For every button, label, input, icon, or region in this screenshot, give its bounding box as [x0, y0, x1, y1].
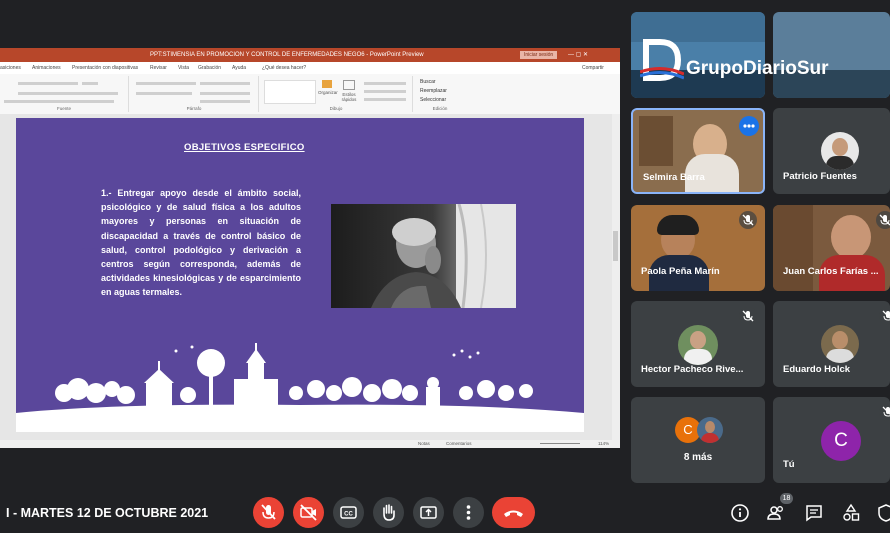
- more-participants-count: 8 más: [683, 452, 713, 463]
- participant-video-face: [831, 215, 871, 259]
- mic-off-icon: [261, 504, 276, 520]
- mic-off-icon: [879, 307, 890, 325]
- shared-screen-powerpoint: PPT:STIMENSIA EN PROMOCION Y CONTROL DE …: [0, 48, 620, 448]
- mic-off-icon: [739, 307, 757, 325]
- activities-icon: [843, 503, 860, 521]
- mic-off-icon: [739, 211, 757, 229]
- chat-icon: [806, 505, 822, 522]
- ppt-menu-view[interactable]: Vista: [178, 65, 189, 71]
- camera-toggle-button[interactable]: [293, 497, 324, 528]
- present-icon: [420, 506, 437, 519]
- ppt-tell-me-search[interactable]: ¿Qué desea hacer?: [262, 65, 306, 71]
- ribbon-group-drawing: Organizar Estilos rápidos Dibujo: [260, 76, 413, 112]
- participant-avatar: [821, 132, 859, 170]
- mic-toggle-button[interactable]: [253, 497, 284, 528]
- select-button[interactable]: Seleccionar: [420, 97, 446, 103]
- shield-icon: [878, 504, 890, 522]
- participant-tile-patricio-fuentes[interactable]: Patricio Fuentes: [773, 108, 890, 194]
- participant-avatar: [821, 325, 859, 363]
- present-now-button[interactable]: [413, 497, 444, 528]
- ppt-share-button[interactable]: Compartir: [582, 65, 604, 71]
- participant-name: Patricio Fuentes: [783, 171, 857, 182]
- self-avatar: C: [821, 421, 861, 461]
- end-call-button[interactable]: [492, 497, 535, 528]
- ppt-menu-slideshow[interactable]: Presentación con diapositivas: [72, 65, 138, 71]
- find-button[interactable]: Buscar: [420, 79, 436, 85]
- zoom-slider[interactable]: [540, 443, 580, 444]
- more-options-button[interactable]: [453, 497, 484, 528]
- ppt-ribbon: Fuente Párrafo Organizar Estilos rápidos…: [0, 74, 620, 115]
- participant-tile-selmira-barra[interactable]: Selmira Barra: [631, 108, 765, 194]
- replace-button[interactable]: Reemplazar: [420, 88, 447, 94]
- quick-styles-button[interactable]: Estilos rápidos: [340, 80, 358, 102]
- participant-tile-paola-pena[interactable]: Paola Peña Marín: [631, 205, 765, 291]
- svg-text:CC: CC: [344, 512, 353, 518]
- participant-name: Juan Carlos Farías ...: [783, 266, 879, 277]
- mic-off-icon: [876, 211, 890, 229]
- participant-tile-eduardo-holck[interactable]: Eduardo Holck: [773, 301, 890, 387]
- participants-button[interactable]: [766, 503, 786, 523]
- meeting-details-button[interactable]: [730, 503, 750, 523]
- speaking-indicator-icon: [739, 116, 759, 136]
- chat-button[interactable]: [804, 503, 824, 523]
- participant-name: Paola Peña Marín: [641, 266, 720, 277]
- zoom-level: 114%: [598, 441, 610, 446]
- ppt-menu-recording[interactable]: Grabación: [198, 65, 221, 71]
- raise-hand-icon: [383, 504, 395, 521]
- ppt-title-bar: PPT:STIMENSIA EN PROMOCION Y CONTROL DE …: [0, 48, 620, 62]
- watermark-text: GrupoDiarioSur: [686, 58, 829, 79]
- ppt-window-title: PPT:STIMENSIA EN PROMOCION Y CONTROL DE …: [150, 52, 424, 58]
- participant-tile-more[interactable]: C 8 más: [631, 397, 765, 483]
- mic-off-icon: [879, 403, 890, 421]
- raise-hand-button[interactable]: [373, 497, 404, 528]
- ppt-status-bar: Notas Comentarios 114%: [0, 440, 620, 448]
- ppt-signin-button[interactable]: Iniciar sesión: [520, 51, 558, 59]
- elderly-woman-photo: [331, 204, 516, 308]
- more-participants-avatar-photo: [697, 417, 723, 443]
- participant-name: Selmira Barra: [643, 172, 705, 183]
- ppt-window-controls[interactable]: — ▢ ✕: [568, 51, 588, 58]
- captions-button[interactable]: CC: [333, 497, 364, 528]
- ppt-menu-bar: asiciones Animaciones Presentación con d…: [0, 62, 620, 74]
- notes-button[interactable]: Notas: [418, 441, 430, 446]
- ribbon-group-editing: Buscar Reemplazar Seleccionar Edición: [420, 79, 448, 111]
- ppt-menu-help[interactable]: Ayuda: [232, 65, 246, 71]
- grupodiariosur-watermark: GrupoDiarioSur: [640, 38, 890, 88]
- grupodiariosur-logo-icon: [640, 39, 684, 81]
- participant-avatar: [678, 325, 718, 365]
- ppt-menu-transitions[interactable]: asiciones: [0, 65, 21, 71]
- more-options-icon: [466, 505, 471, 520]
- ribbon-group-font: Fuente: [0, 76, 129, 112]
- participant-tile-juan-carlos-farias[interactable]: Juan Carlos Farías ...: [773, 205, 890, 291]
- town-skyline-illustration: [16, 343, 584, 432]
- host-controls-button[interactable]: [876, 503, 890, 523]
- camera-off-icon: [300, 504, 317, 521]
- ppt-menu-animations[interactable]: Animaciones: [32, 65, 61, 71]
- slide-body-text: 1.- Entregar apoyo desde el ámbito socia…: [101, 188, 301, 298]
- slide-title: OBJETIVOS ESPECIFICO: [184, 142, 305, 153]
- participant-tile-hector-pacheco[interactable]: Hector Pacheco Rive...: [631, 301, 765, 387]
- end-call-icon: [504, 510, 523, 517]
- participant-name: Eduardo Holck: [783, 364, 851, 375]
- participant-tile-you[interactable]: C Tú: [773, 397, 890, 483]
- organize-button[interactable]: Organizar: [318, 80, 338, 100]
- participants-count-badge: 18: [780, 493, 793, 504]
- ppt-vertical-scrollbar[interactable]: [612, 114, 620, 440]
- meeting-date-caption: I - MARTES 12 DE OCTUBRE 2021: [6, 506, 209, 520]
- info-icon: [731, 504, 749, 522]
- participant-name: Hector Pacheco Rive...: [641, 364, 744, 375]
- slide: OBJETIVOS ESPECIFICO 1.- Entregar apoyo …: [16, 118, 584, 432]
- participant-name: Tú: [783, 459, 795, 470]
- people-icon: [767, 506, 783, 520]
- ribbon-group-paragraph: Párrafo: [130, 76, 259, 112]
- ppt-menu-review[interactable]: Revisar: [150, 65, 167, 71]
- activities-button[interactable]: [841, 503, 861, 523]
- ppt-scroll-thumb[interactable]: [613, 231, 618, 261]
- comments-button[interactable]: Comentarios: [446, 441, 472, 446]
- captions-icon: CC: [340, 506, 357, 519]
- shapes-gallery[interactable]: [264, 80, 316, 104]
